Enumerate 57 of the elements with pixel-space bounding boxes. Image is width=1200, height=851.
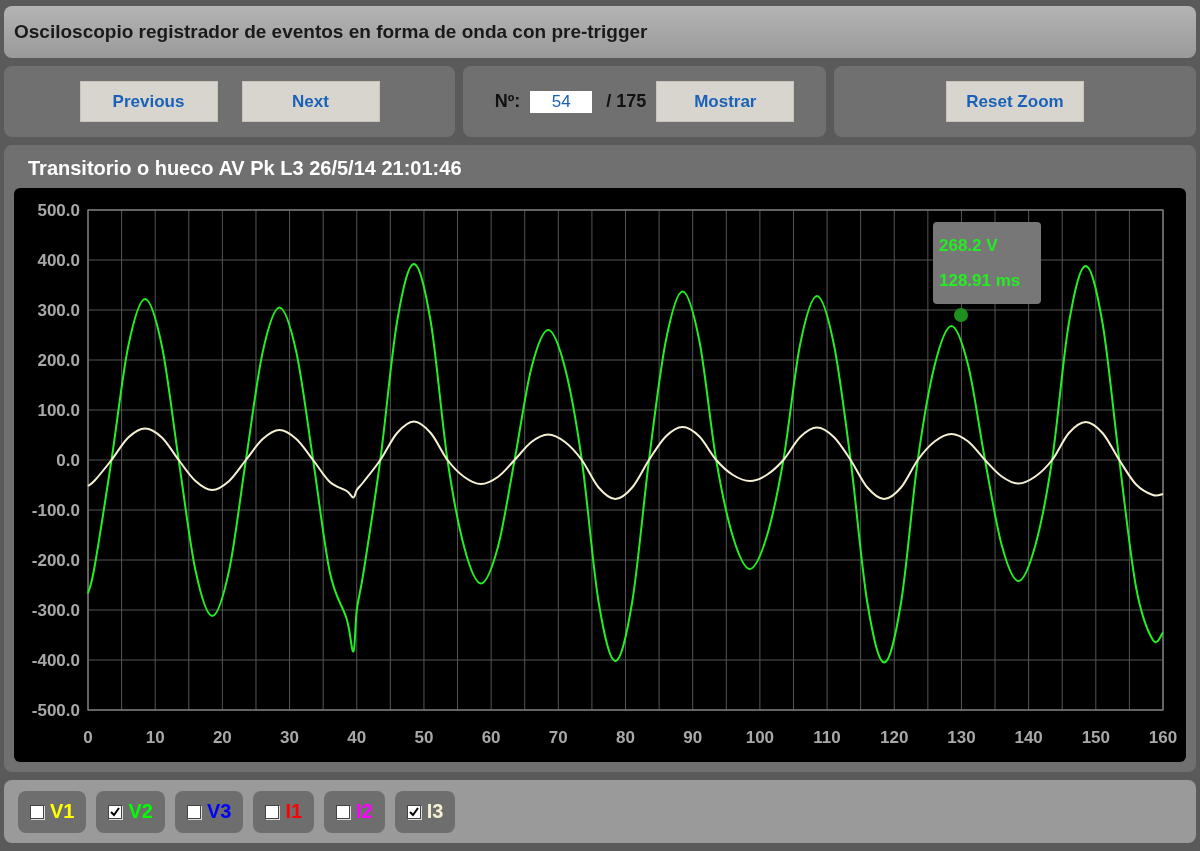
checkbox[interactable] <box>336 804 351 819</box>
event-total-label: / 175 <box>606 91 647 112</box>
y-tick-label: 300.0 <box>37 301 80 321</box>
chart-title: Transitorio o hueco AV Pk L3 26/5/14 21:01:46 <box>27 157 463 181</box>
x-tick-label: 80 <box>616 728 635 748</box>
channel-label: I1 <box>285 800 303 824</box>
previous-button[interactable]: Previous <box>79 81 218 122</box>
y-tick-label: 200.0 <box>37 351 80 371</box>
x-tick-label: 120 <box>880 728 909 748</box>
check-icon <box>408 806 419 817</box>
y-tick-label: -200.0 <box>31 551 80 571</box>
x-tick-label: 150 <box>1081 728 1110 748</box>
checkbox[interactable] <box>108 804 123 819</box>
x-tick-label: 30 <box>280 728 299 748</box>
window-title: Osciloscopio registrador de eventos en forma de onda con pre-trigger <box>14 20 648 43</box>
y-tick-label: -300.0 <box>31 601 80 621</box>
event-number-label: Nº: <box>494 91 521 112</box>
y-tick-label: -400.0 <box>31 651 80 671</box>
channel-label: V3 <box>206 800 232 824</box>
y-tick-label: 500.0 <box>37 201 80 221</box>
y-tick-label: 400.0 <box>37 251 80 271</box>
x-tick-label: 90 <box>683 728 703 748</box>
tooltip-text: 128.91 ms <box>939 270 1022 291</box>
channel-label: I2 <box>356 800 373 824</box>
channel-label: V2 <box>128 800 153 824</box>
check-icon <box>110 806 121 817</box>
channel-toggle[interactable]: V2 <box>96 790 165 833</box>
event-number-field[interactable]: 54 <box>530 90 593 113</box>
y-tick-label: 0.0 <box>56 451 80 471</box>
y-tick-label: -500.0 <box>31 701 80 721</box>
x-tick-label: 160 <box>1148 728 1178 748</box>
x-tick-label: 100 <box>745 728 775 748</box>
hover-point-marker <box>954 308 968 323</box>
checkbox[interactable] <box>265 804 280 819</box>
checkbox[interactable] <box>186 804 201 819</box>
x-tick-label: 130 <box>947 728 976 748</box>
y-tick-label: 100.0 <box>37 401 80 421</box>
x-tick-label: 140 <box>1014 728 1043 748</box>
y-tick-label: -100.0 <box>31 501 80 521</box>
next-button[interactable]: Next <box>241 81 380 122</box>
x-tick-label: 110 <box>813 728 841 748</box>
channel-label: V1 <box>50 800 75 824</box>
tooltip-text: 268.2 V <box>939 235 999 256</box>
x-tick-label: 40 <box>347 728 367 748</box>
channel-toggle[interactable]: V1 <box>18 790 87 833</box>
x-tick-label: 0 <box>83 728 93 748</box>
x-tick-label: 60 <box>481 728 501 748</box>
checkbox[interactable] <box>406 804 421 819</box>
show-button[interactable]: Mostrar <box>656 81 795 122</box>
channel-toggle[interactable]: I3 <box>394 790 456 833</box>
channel-label: I3 <box>426 800 444 824</box>
checkbox[interactable] <box>30 804 44 819</box>
x-tick-label: 10 <box>145 728 165 748</box>
reset-zoom-button[interactable]: Reset Zoom <box>946 81 1084 122</box>
x-tick-label: 70 <box>548 728 568 748</box>
x-tick-label: 20 <box>212 728 232 748</box>
x-tick-label: 50 <box>414 728 434 748</box>
